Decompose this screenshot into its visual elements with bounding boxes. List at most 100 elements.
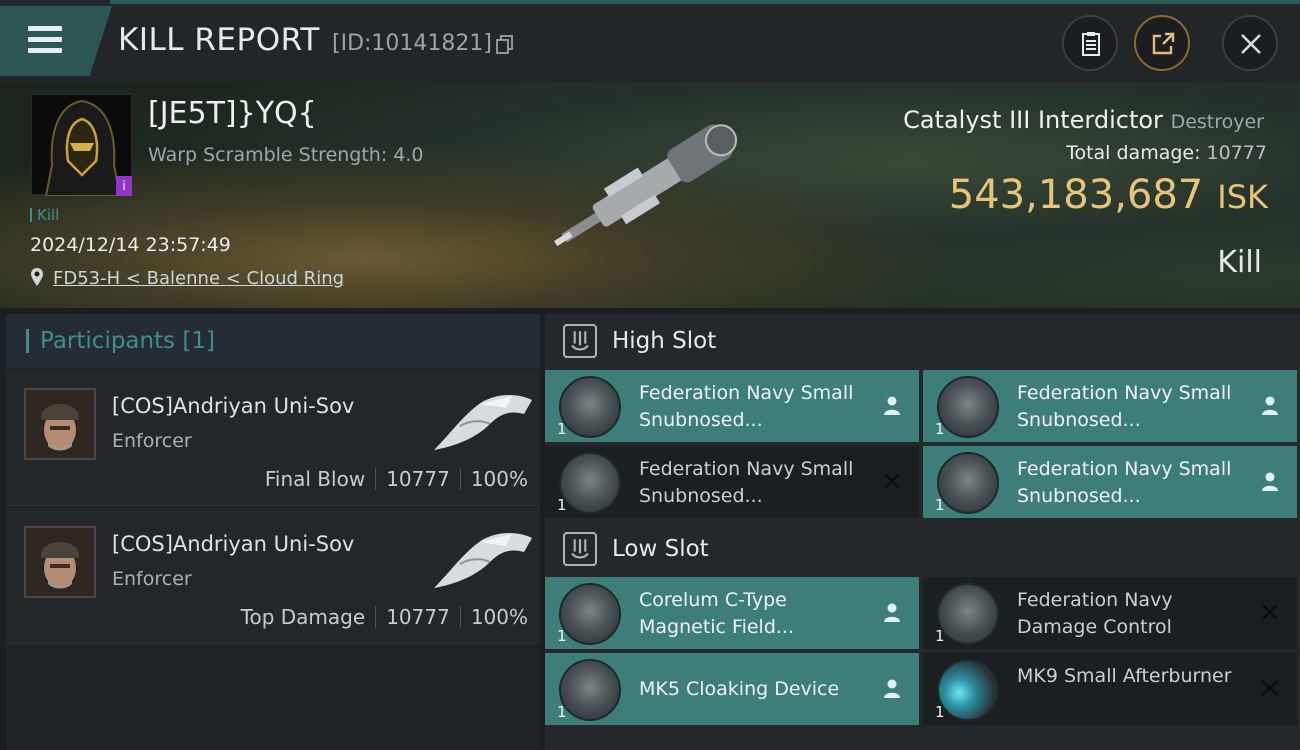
low-slot-header: Low Slot (545, 522, 1300, 576)
participants-header[interactable]: Participants [1] (6, 314, 540, 368)
pilot-portrait-icon (26, 390, 94, 458)
magnetic-field-stabilizer-icon (559, 583, 621, 645)
low-slot-label: Low Slot (612, 536, 709, 562)
participant-stats: Final Blow 10777 100% (265, 467, 528, 491)
participant-ship: Enforcer (112, 430, 192, 452)
close-button[interactable] (1222, 15, 1278, 71)
low-slot-icon (563, 532, 597, 566)
total-damage: Total damage: 10777 (1066, 142, 1267, 164)
module-quantity: 1 (557, 627, 567, 645)
kill-datetime: 2024/12/14 23:57:49 (30, 234, 231, 256)
module-quantity: 1 (935, 627, 945, 645)
afterburner-icon (937, 659, 999, 721)
pilot-portrait-icon (26, 528, 94, 596)
module-slot[interactable]: 1 MK5 Cloaking Device (545, 653, 919, 725)
location-link[interactable]: FD53-H < Balenne < Cloud Ring (53, 268, 344, 289)
clipboard-button[interactable] (1062, 15, 1118, 71)
participant-role: Final Blow (264, 467, 366, 491)
participants-panel: Participants [1] [COS]Andriyan Uni-Sov E… (6, 314, 540, 750)
high-slot-icon (563, 324, 597, 358)
victim-ship-image (554, 124, 738, 247)
participants-title: Participants [1] (40, 328, 215, 354)
participant-portrait[interactable] (24, 388, 96, 460)
ship-class: Destroyer (1170, 111, 1264, 133)
participant-row[interactable]: [COS]Andriyan Uni-Sov Enforcer Top Damag… (6, 508, 540, 644)
result-label: Kill (1217, 245, 1262, 280)
module-slot[interactable]: 1 MK9 Small Afterburner (923, 653, 1297, 725)
clipboard-icon (1082, 32, 1100, 56)
snubnosed-launcher-icon (937, 376, 999, 438)
module-quantity: 1 (557, 496, 567, 514)
module-slot[interactable]: 1 Federation Navy Small Snubnosed... (545, 370, 919, 442)
victim-ship-name: Catalyst III Interdictor Destroyer (903, 106, 1264, 134)
share-button[interactable] (1134, 15, 1190, 71)
header-bar: KILL REPORT [ID:10141821] (0, 0, 1300, 82)
module-name: Federation Navy Small Snubnosed... (1017, 458, 1232, 507)
module-name: MK5 Cloaking Device (639, 678, 840, 700)
cloaking-device-icon (559, 659, 621, 721)
victim-name: [JE5T]}YQ{ (148, 96, 317, 131)
participant-name: [COS]Andriyan Uni-Sov (112, 532, 355, 556)
module-name: Federation Navy Damage Control (1017, 589, 1173, 638)
ship-name-text: Catalyst III Interdictor (903, 106, 1163, 134)
participant-ship-image (434, 395, 532, 450)
participant-ship-image (434, 533, 532, 588)
participant-row[interactable]: [COS]Andriyan Uni-Sov Enforcer Final Blo… (6, 370, 540, 506)
module-quantity: 1 (557, 420, 567, 438)
dropped-person-icon (1262, 472, 1278, 491)
participant-stats: Top Damage 10777 100% (241, 605, 528, 629)
isk-amount: 543,183,687 (948, 172, 1204, 218)
participant-percent: 100% (470, 467, 528, 491)
report-id: [ID:10141821] (332, 31, 492, 56)
module-name: Corelum C-Type Magnetic Field... (639, 589, 795, 638)
total-damage-value: 10777 (1206, 142, 1267, 164)
dropped-person-icon (884, 679, 900, 698)
snubnosed-launcher-icon (559, 376, 621, 438)
module-name: Federation Navy Small Snubnosed... (639, 382, 854, 431)
dropped-person-icon (884, 396, 900, 415)
participant-ship: Enforcer (112, 568, 192, 590)
kill-tag: Kill (30, 206, 59, 224)
participant-damage: 10777 (386, 605, 450, 629)
share-icon (1152, 32, 1175, 55)
module-name: Federation Navy Small Snubnosed... (1017, 382, 1232, 431)
module-name: Federation Navy Small Snubnosed... (639, 458, 854, 507)
info-badge[interactable]: i (116, 176, 132, 196)
dropped-person-icon (1262, 396, 1278, 415)
module-slot[interactable]: 1 Corelum C-Type Magnetic Field... (545, 577, 919, 649)
participant-percent: 100% (470, 605, 528, 629)
module-slot[interactable]: 1 Federation Navy Damage Control (923, 577, 1297, 649)
menu-button[interactable] (0, 6, 112, 76)
kill-banner: i [JE5T]}YQ{ Warp Scramble Strength: 4.0… (0, 82, 1300, 308)
destroyed-x-icon (884, 473, 900, 489)
module-quantity: 1 (935, 496, 945, 514)
copy-icon[interactable] (496, 35, 514, 55)
destroyed-x-icon (1262, 604, 1278, 620)
dropped-person-icon (884, 603, 900, 622)
snubnosed-launcher-icon (559, 452, 621, 514)
module-quantity: 1 (557, 703, 567, 721)
isk-value: 543,183,687 ISK (949, 172, 1268, 218)
page-title: KILL REPORT (118, 22, 320, 58)
module-slot[interactable]: 1 Federation Navy Small Snubnosed... (923, 446, 1297, 518)
participant-portrait[interactable] (24, 526, 96, 598)
module-name: MK9 Small Afterburner (1017, 665, 1232, 687)
hamburger-icon (28, 26, 62, 54)
high-slot-header: High Slot (545, 314, 1300, 368)
high-slot-label: High Slot (612, 328, 717, 354)
close-icon (1241, 34, 1261, 54)
warp-scramble-strength: Warp Scramble Strength: 4.0 (148, 144, 424, 166)
header-accent-line (110, 0, 1300, 4)
module-quantity: 1 (935, 420, 945, 438)
module-slot[interactable]: 1 Federation Navy Small Snubnosed... (545, 446, 919, 518)
participant-role: Top Damage (240, 605, 366, 629)
isk-unit: ISK (1217, 178, 1268, 216)
snubnosed-launcher-icon (937, 452, 999, 514)
module-quantity: 1 (935, 703, 945, 721)
header-accent (26, 329, 29, 353)
total-damage-label: Total damage: (1066, 142, 1201, 164)
destroyed-x-icon (1262, 680, 1278, 696)
fitting-panel: High Slot 1 Federation Navy Small Snubno… (545, 314, 1300, 750)
module-slot[interactable]: 1 Federation Navy Small Snubnosed... (923, 370, 1297, 442)
location-pin-icon (31, 268, 43, 286)
